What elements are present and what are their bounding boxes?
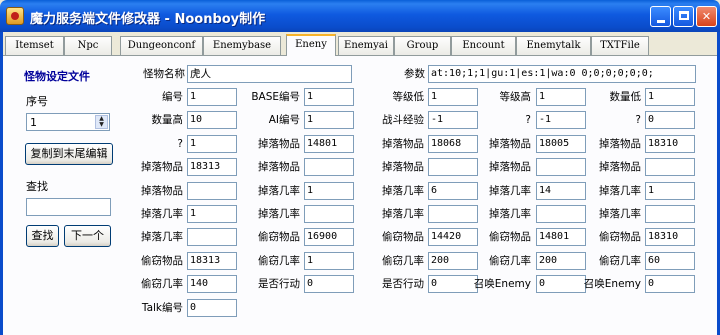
maximize-icon[interactable] <box>673 6 694 27</box>
field-label: 偷窃物品 <box>599 231 641 244</box>
params-label: 参数 <box>404 68 425 80</box>
field-label: 掉落物品 <box>599 137 641 150</box>
field-input[interactable] <box>645 158 695 177</box>
minimize-icon[interactable] <box>650 6 671 27</box>
field-label: 数量高 <box>151 114 184 127</box>
field-label: 掉落物品 <box>258 137 300 150</box>
index-value[interactable]: 1 <box>30 116 37 129</box>
title-bar[interactable]: 魔力服务端文件修改器 - Noonboy制作 ✕ <box>0 0 720 32</box>
field-input[interactable]: 0 <box>645 275 695 294</box>
field-label: 等级高 <box>499 91 532 103</box>
tab-enemytalk[interactable]: Enemytalk <box>516 36 591 55</box>
field-label: 偷窃几率 <box>141 278 183 291</box>
field-input[interactable]: 60 <box>645 251 695 270</box>
field-label: 掉落几率 <box>258 208 300 220</box>
find-button[interactable]: 查找 <box>26 225 59 247</box>
field-label: 掉落几率 <box>489 184 531 197</box>
field-label: ? <box>525 114 531 127</box>
field-label: 战斗经验 <box>382 114 424 127</box>
field-label: 是否行动 <box>258 278 300 291</box>
field-label: Talk编号 <box>141 301 183 314</box>
field-input[interactable]: 0 <box>187 298 237 317</box>
field-label: 编号 <box>162 91 183 103</box>
field-label: 偷窃物品 <box>258 231 300 244</box>
search-label: 查找 <box>26 180 48 193</box>
field-input[interactable]: 1 <box>645 181 695 200</box>
field-label: 掉落几率 <box>599 184 641 197</box>
field-label: ? <box>635 114 641 127</box>
field-label: ? <box>177 137 183 150</box>
tab-enemyai[interactable]: Enemyai <box>338 36 394 55</box>
field-input[interactable]: 18310 <box>645 228 695 247</box>
field-label: 掉落几率 <box>141 231 183 244</box>
field-label: 掉落物品 <box>141 184 183 197</box>
field-label: 掉落物品 <box>258 161 300 174</box>
tab-bar: Itemset Npc Dungeonconf Enemybase Eneny … <box>3 34 717 56</box>
monster-name-label: 怪物名称 <box>143 68 185 80</box>
field-input[interactable]: 18310 <box>645 134 695 153</box>
field-label: 掉落物品 <box>382 161 424 174</box>
field-label: 掉落几率 <box>489 208 531 220</box>
tab-npc[interactable]: Npc <box>64 36 112 55</box>
tab-txtfile[interactable]: TXTFile <box>591 36 649 55</box>
field-label: 偷窃物品 <box>141 254 183 267</box>
field-label: 偷窃几率 <box>489 254 531 267</box>
field-label: 掉落几率 <box>599 208 641 220</box>
field-label: 掉落物品 <box>382 137 424 150</box>
field-input[interactable]: 1 <box>645 88 695 106</box>
field-input[interactable]: 0 <box>645 111 695 130</box>
field-label: 掉落物品 <box>489 161 531 174</box>
field-label: BASE编号 <box>251 91 300 103</box>
field-label: 偷窃物品 <box>382 231 424 244</box>
field-label: 掉落几率 <box>141 208 183 220</box>
field-label: 掉落物品 <box>599 161 641 174</box>
field-label: 掉落几率 <box>382 208 424 220</box>
tab-dungeonconf[interactable]: Dungeonconf <box>120 36 203 55</box>
field-label: 召唤Enemy <box>583 278 641 291</box>
app-icon <box>6 7 24 25</box>
field-label: 掉落物品 <box>141 161 183 174</box>
index-label: 序号 <box>26 95 48 108</box>
field-label: 等级低 <box>392 91 425 103</box>
tab-group[interactable]: Group <box>394 36 451 55</box>
field-label: 掉落几率 <box>382 184 424 197</box>
field-label: AI编号 <box>268 114 300 127</box>
field-label: 数量低 <box>609 91 642 103</box>
field-label: 召唤Enemy <box>473 278 531 291</box>
close-icon[interactable]: ✕ <box>696 6 717 27</box>
field-label: 掉落几率 <box>258 184 300 197</box>
params-field[interactable]: at:10;1;1|gu:1|es:1|wa:0 0;0;0;0;0;0; <box>428 65 696 83</box>
field-label: 掉落物品 <box>489 137 531 150</box>
monster-name-field[interactable]: 虎人 <box>187 65 352 83</box>
tab-encount[interactable]: Encount <box>451 36 516 55</box>
field-label: 偷窃几率 <box>382 254 424 267</box>
window-title: 魔力服务端文件修改器 - Noonboy制作 <box>30 12 266 27</box>
field-label: 偷窃物品 <box>489 231 531 244</box>
field-label: 偷窃几率 <box>258 254 300 267</box>
field-label: 是否行动 <box>382 278 424 291</box>
panel-title: 怪物设定文件 <box>24 70 90 83</box>
tab-enemybase[interactable]: Enemybase <box>203 36 281 55</box>
tab-itemset[interactable]: Itemset <box>5 36 64 55</box>
field-label: 偷窃几率 <box>599 254 641 267</box>
tab-eneny[interactable]: Eneny <box>286 34 336 56</box>
field-input[interactable] <box>645 205 695 223</box>
